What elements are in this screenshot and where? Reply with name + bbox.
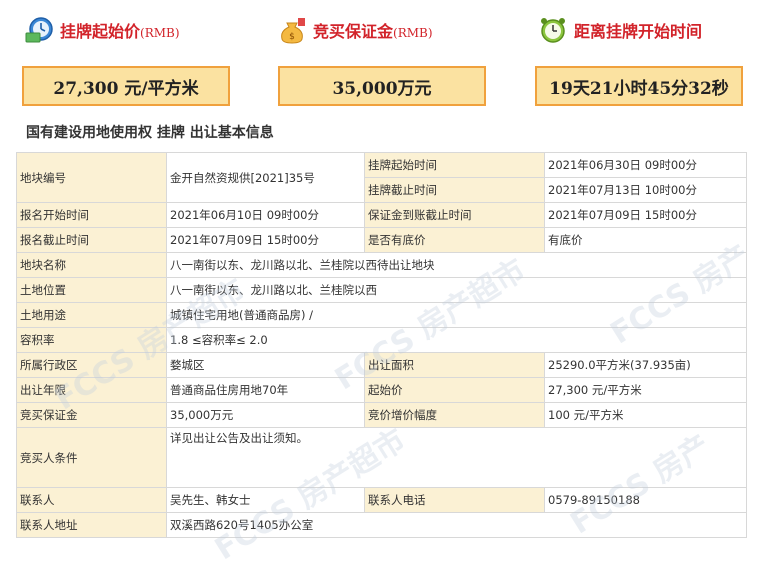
countdown-value: 19天21小时45分32秒 xyxy=(535,66,743,106)
listing-start-value: 2021年06月30日 09时00分 xyxy=(544,152,747,178)
term-label: 出让年限 xyxy=(16,377,167,403)
term-value: 普通商品住房用地70年 xyxy=(166,377,365,403)
svg-text:$: $ xyxy=(289,32,295,42)
area-value: 25290.0平方米(37.935亩) xyxy=(544,352,747,378)
start-price-block: 挂牌起始价(RMB) xyxy=(24,0,244,60)
countdown-block: 距离挂牌开始时间 xyxy=(538,0,758,60)
table-row: 地块名称 八一南街以东、龙川路以北、兰桂院以西待出让地块 xyxy=(16,252,747,278)
usage-value: 城镇住宅用地(普通商品房) / xyxy=(166,302,747,328)
reserve-value: 有底价 xyxy=(544,227,747,253)
table-row: 联系人 吴先生、韩女士 联系人电话 0579-89150188 xyxy=(16,487,747,513)
listing-start-label: 挂牌起始时间 xyxy=(364,152,545,178)
reg-end-value: 2021年07月09日 15时00分 xyxy=(166,227,365,253)
area-label: 出让面积 xyxy=(364,352,545,378)
listing-end-value: 2021年07月13日 10时00分 xyxy=(544,177,747,203)
address-label: 联系人地址 xyxy=(16,512,167,538)
phone-value: 0579-89150188 xyxy=(544,487,747,513)
parcel-no-label: 地块编号 xyxy=(16,152,167,203)
district-value: 婺城区 xyxy=(166,352,365,378)
name-label: 地块名称 xyxy=(16,252,167,278)
phone-label: 联系人电话 xyxy=(364,487,545,513)
table-row: 容积率 1.8 ≤容积率≤ 2.0 xyxy=(16,327,747,353)
reserve-label: 是否有底价 xyxy=(364,227,545,253)
address-value: 双溪西路620号1405办公室 xyxy=(166,512,747,538)
conditions-value: 详见出让公告及出让须知。 xyxy=(166,427,747,488)
reg-end-label: 报名截止时间 xyxy=(16,227,167,253)
far-label: 容积率 xyxy=(16,327,167,353)
table-row: 所属行政区 婺城区 出让面积 25290.0平方米(37.935亩) xyxy=(16,352,747,378)
deposit-deadline-value: 2021年07月09日 15时00分 xyxy=(544,202,747,228)
money-bag-icon: $ xyxy=(281,18,305,44)
deposit-deadline-label: 保证金到账截止时间 xyxy=(364,202,545,228)
alarm-clock-icon xyxy=(541,18,565,43)
deposit-row-label: 竞买保证金 xyxy=(16,402,167,428)
parcel-no-value: 金开自然资规供[2021]35号 xyxy=(166,152,365,203)
reg-start-value: 2021年06月10日 09时00分 xyxy=(166,202,365,228)
start-price-value: 27,300 元/平方米 xyxy=(22,66,230,106)
section-title: 国有建设用地使用权 挂牌 出让基本信息 xyxy=(26,125,274,141)
listing-end-label: 挂牌截止时间 xyxy=(364,177,545,203)
start-price-row-value: 27,300 元/平方米 xyxy=(544,377,747,403)
deposit-block: $ 竞买保证金(RMB) xyxy=(277,0,497,60)
start-price-label: 挂牌起始价(RMB) xyxy=(60,22,180,41)
far-value: 1.8 ≤容积率≤ 2.0 xyxy=(166,327,747,353)
table-row: 土地用途 城镇住宅用地(普通商品房) / xyxy=(16,302,747,328)
deposit-label: 竞买保证金(RMB) xyxy=(313,22,433,41)
table-row: 报名截止时间 2021年07月09日 15时00分 是否有底价 有底价 xyxy=(16,227,747,253)
location-value: 八一南街以东、龙川路以北、兰桂院以西 xyxy=(166,277,747,303)
clock-money-icon xyxy=(25,17,53,43)
contact-label: 联系人 xyxy=(16,487,167,513)
table-row: 联系人地址 双溪西路620号1405办公室 xyxy=(16,512,747,538)
contact-value: 吴先生、韩女士 xyxy=(166,487,365,513)
table-row: 竞买保证金 35,000万元 竞价增价幅度 100 元/平方米 xyxy=(16,402,747,428)
conditions-label: 竞买人条件 xyxy=(16,427,167,488)
district-label: 所属行政区 xyxy=(16,352,167,378)
land-info-table: 地块编号 金开自然资规供[2021]35号 挂牌起始时间 2021年06月30日… xyxy=(16,152,747,538)
countdown-label: 距离挂牌开始时间 xyxy=(574,22,703,41)
deposit-value: 35,000万元 xyxy=(278,66,486,106)
increment-label: 竞价增价幅度 xyxy=(364,402,545,428)
deposit-row-value: 35,000万元 xyxy=(166,402,365,428)
summary-header: 挂牌起始价(RMB) 27,300 元/平方米 $ 竞买保证金(RMB) 35,… xyxy=(0,0,771,118)
location-label: 土地位置 xyxy=(16,277,167,303)
name-value: 八一南街以东、龙川路以北、兰桂院以西待出让地块 xyxy=(166,252,747,278)
start-price-row-label: 起始价 xyxy=(364,377,545,403)
reg-start-label: 报名开始时间 xyxy=(16,202,167,228)
table-row: 报名开始时间 2021年06月10日 09时00分 保证金到账截止时间 2021… xyxy=(16,202,747,228)
table-row: 出让年限 普通商品住房用地70年 起始价 27,300 元/平方米 xyxy=(16,377,747,403)
table-row: 竞买人条件 详见出让公告及出让须知。 xyxy=(16,427,747,488)
increment-value: 100 元/平方米 xyxy=(544,402,747,428)
table-row: 土地位置 八一南街以东、龙川路以北、兰桂院以西 xyxy=(16,277,747,303)
usage-label: 土地用途 xyxy=(16,302,167,328)
table-row: 地块编号 金开自然资规供[2021]35号 挂牌起始时间 2021年06月30日… xyxy=(16,152,747,203)
